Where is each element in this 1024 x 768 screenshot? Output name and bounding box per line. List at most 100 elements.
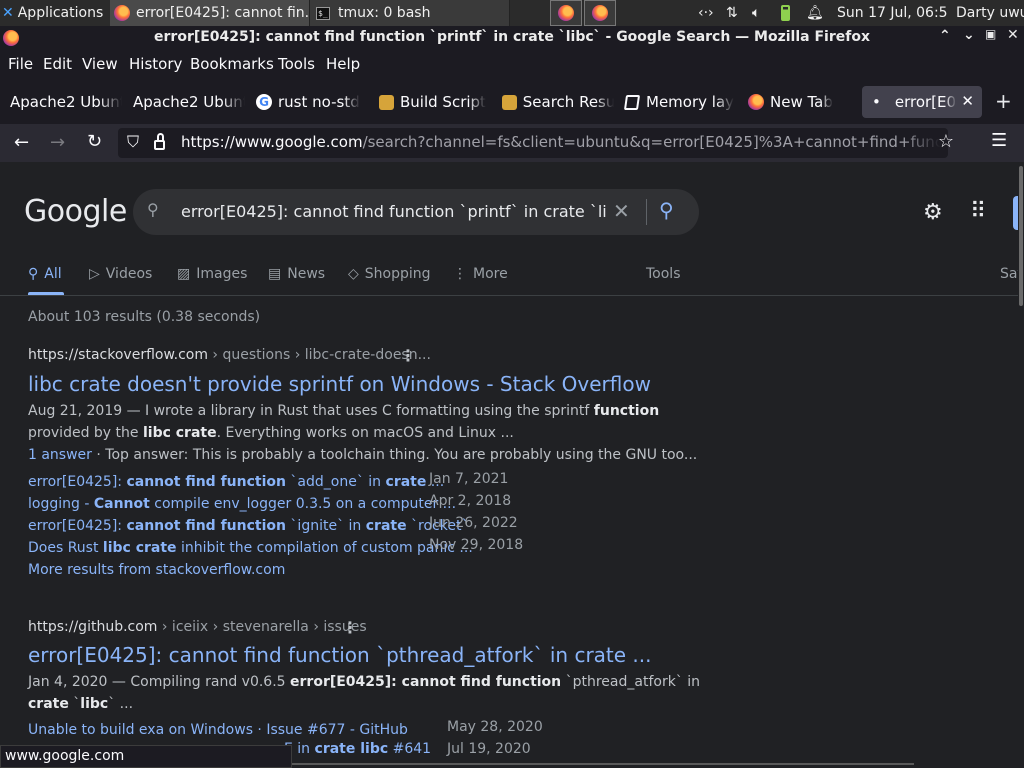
rust-doc-icon xyxy=(502,94,517,110)
more-results-link[interactable]: More results from stackoverflow.com xyxy=(28,559,528,581)
result-snippet: Aug 21, 2019 — I wrote a library in Rust… xyxy=(28,403,698,463)
battery-icon[interactable] xyxy=(781,0,797,26)
clear-search-icon[interactable]: ✕ xyxy=(613,199,630,223)
sitelink[interactable]: Unable to build exa on Windows · Issue #… xyxy=(28,722,408,738)
apps-grid-icon[interactable]: ⠿ xyxy=(970,199,986,224)
sitelink[interactable]: logging - Cannot compile env_logger 0.3.… xyxy=(28,496,456,512)
search-box[interactable]: ⚲ error[E0425]: cannot find function `pr… xyxy=(133,189,699,235)
video-icon: ▷ xyxy=(89,266,100,282)
close-tab-icon[interactable]: ✕ xyxy=(961,92,974,110)
search-input[interactable]: error[E0425]: cannot find function `prin… xyxy=(181,202,606,221)
tab-news[interactable]: ▤ News xyxy=(268,266,325,282)
sitelink-row: Unable to build exa on Windows · Issue #… xyxy=(28,719,548,741)
menu-history[interactable]: History xyxy=(129,55,182,73)
url-text[interactable]: https://www.google.com/search?channel=fs… xyxy=(181,133,941,151)
menu-edit[interactable]: Edit xyxy=(43,55,72,73)
more-dots-icon: ⋮ xyxy=(453,266,467,282)
transfer-icon[interactable]: ⇅ xyxy=(726,0,746,26)
hamburger-menu-icon[interactable]: ☰ xyxy=(991,130,1007,151)
menu-file[interactable]: File xyxy=(8,55,33,73)
sitelink-date: Jul 19, 2020 xyxy=(447,741,531,757)
tab-shopping[interactable]: ◇ Shopping xyxy=(348,266,431,282)
menu-tools[interactable]: Tools xyxy=(278,55,315,73)
tab-memory-layout[interactable]: Memory lay xyxy=(617,86,737,118)
tab-safesearch[interactable]: Safe xyxy=(1000,266,1018,282)
result-url[interactable]: https://stackoverflow.com › questions › … xyxy=(28,347,431,363)
image-icon: ▨ xyxy=(177,266,191,282)
menu-view[interactable]: View xyxy=(82,55,118,73)
google-g-icon: G xyxy=(256,94,272,110)
sitelink[interactable]: error[E0425]: cannot find function `igni… xyxy=(28,518,468,534)
sitelink[interactable]: E in crate libc #641 xyxy=(284,741,431,757)
firefox-icon xyxy=(748,94,764,110)
workspace-1[interactable] xyxy=(550,0,582,26)
lock-icon[interactable] xyxy=(154,140,165,150)
clock[interactable]: Sun 17 Jul, 06:58 xyxy=(837,0,947,26)
menu-help[interactable]: Help xyxy=(326,55,360,73)
search-icon: ⚲ xyxy=(147,200,159,219)
reload-icon[interactable]: ↻ xyxy=(87,131,102,152)
window-title: error[E0425]: cannot find function `prin… xyxy=(154,29,870,45)
lock-shackle-icon xyxy=(157,133,164,141)
sitelink-date: Nov 29, 2018 xyxy=(429,537,524,553)
tab-videos[interactable]: ▷ Videos xyxy=(89,266,152,282)
xfce-icon: ✕ xyxy=(2,5,14,21)
close-window-icon[interactable]: ✕ xyxy=(1007,27,1019,43)
user-menu[interactable]: Darty uwu xyxy=(956,0,1024,26)
tab-images[interactable]: ▨ Images xyxy=(177,266,247,282)
sitelink-date: May 28, 2020 xyxy=(447,719,543,735)
tab-search-results[interactable]: Search Resu xyxy=(494,86,614,118)
result-url[interactable]: https://github.com › iceiix › stevenarel… xyxy=(28,619,367,635)
tab-build-script[interactable]: Build Script xyxy=(371,86,491,118)
tab-new-tab[interactable]: New Tab xyxy=(740,86,860,118)
menu-bookmarks[interactable]: Bookmarks xyxy=(190,55,274,73)
horizontal-scrollbar[interactable] xyxy=(292,763,914,765)
tab-current-search[interactable]: • error[E04 ✕ xyxy=(862,86,982,118)
result-options-icon[interactable]: ⋮ xyxy=(400,346,416,365)
result-stats: About 103 results (0.38 seconds) xyxy=(28,309,261,325)
back-arrow-icon[interactable]: ← xyxy=(14,132,29,153)
tab-rust-no-std[interactable]: G rust no-std xyxy=(248,86,368,118)
forward-arrow-icon[interactable]: → xyxy=(50,132,65,153)
sitelink-row: logging - Cannot compile env_logger 0.3.… xyxy=(28,493,528,515)
news-icon: ▤ xyxy=(268,266,282,282)
search-icon: ⚲ xyxy=(28,266,39,282)
taskbar: ✕ Applications error[E0425]: cannot fin.… xyxy=(0,0,1024,26)
maximize-window-icon[interactable]: ⌄ xyxy=(963,27,975,43)
firefox-icon xyxy=(592,5,608,21)
divider xyxy=(646,199,647,225)
window-titlebar: error[E0425]: cannot find function `prin… xyxy=(0,26,1024,50)
tab-strip: Apache2 Ubunt Apache2 Ubunt G rust no-st… xyxy=(0,78,1024,124)
menu-bar: File Edit View History Bookmarks Tools H… xyxy=(0,50,1024,78)
google-logo[interactable]: Google xyxy=(24,194,127,229)
restore-window-icon[interactable]: ▣ xyxy=(985,27,996,41)
taskbar-window-firefox[interactable]: error[E0425]: cannot fin... xyxy=(110,0,310,26)
tab-apache2-1[interactable]: Apache2 Ubunt xyxy=(2,86,122,118)
sitelink[interactable]: Does Rust libc crate inhibit the compila… xyxy=(28,540,473,556)
tag-icon: ◇ xyxy=(348,266,359,282)
tab-more[interactable]: ⋮ More xyxy=(453,266,508,282)
tab-tools[interactable]: Tools xyxy=(646,266,681,282)
book-icon xyxy=(623,94,641,110)
sitelink[interactable]: error[E0425]: cannot find function `add_… xyxy=(28,474,444,490)
minimize-window-icon[interactable]: ⌃ xyxy=(939,28,951,44)
page-content: Google ⚲ error[E0425]: cannot find funct… xyxy=(0,162,1018,768)
volume-icon[interactable]: 🔈︎ xyxy=(752,0,772,26)
workspace-2[interactable] xyxy=(584,0,616,26)
search-submit-icon[interactable]: ⚲ xyxy=(659,198,674,222)
result-title-link[interactable]: libc crate doesn't provide sprintf on Wi… xyxy=(28,372,651,396)
tab-all[interactable]: ⚲ All xyxy=(28,266,62,282)
shield-icon[interactable]: ⛉ xyxy=(127,132,139,152)
network-icon[interactable]: ‹·› xyxy=(698,0,720,26)
notification-bell-icon[interactable]: 🔔︎ xyxy=(806,0,824,26)
answer-link[interactable]: 1 answer xyxy=(28,447,92,463)
taskbar-window-tmux[interactable]: $_ tmux: 0 bash xyxy=(310,0,510,26)
new-tab-plus-icon[interactable]: + xyxy=(995,89,1012,113)
result-title-link[interactable]: error[E0425]: cannot find function `pthr… xyxy=(28,643,652,667)
result-options-icon[interactable]: ⋮ xyxy=(342,618,358,637)
sitelink-row: error[E0425]: cannot find function `add_… xyxy=(28,471,528,493)
tab-apache2-2[interactable]: Apache2 Ubunt xyxy=(125,86,245,118)
scrollbar-thumb[interactable] xyxy=(1019,166,1023,306)
settings-gear-icon[interactable]: ⚙ xyxy=(923,200,943,225)
applications-menu[interactable]: ✕ Applications xyxy=(2,0,110,26)
